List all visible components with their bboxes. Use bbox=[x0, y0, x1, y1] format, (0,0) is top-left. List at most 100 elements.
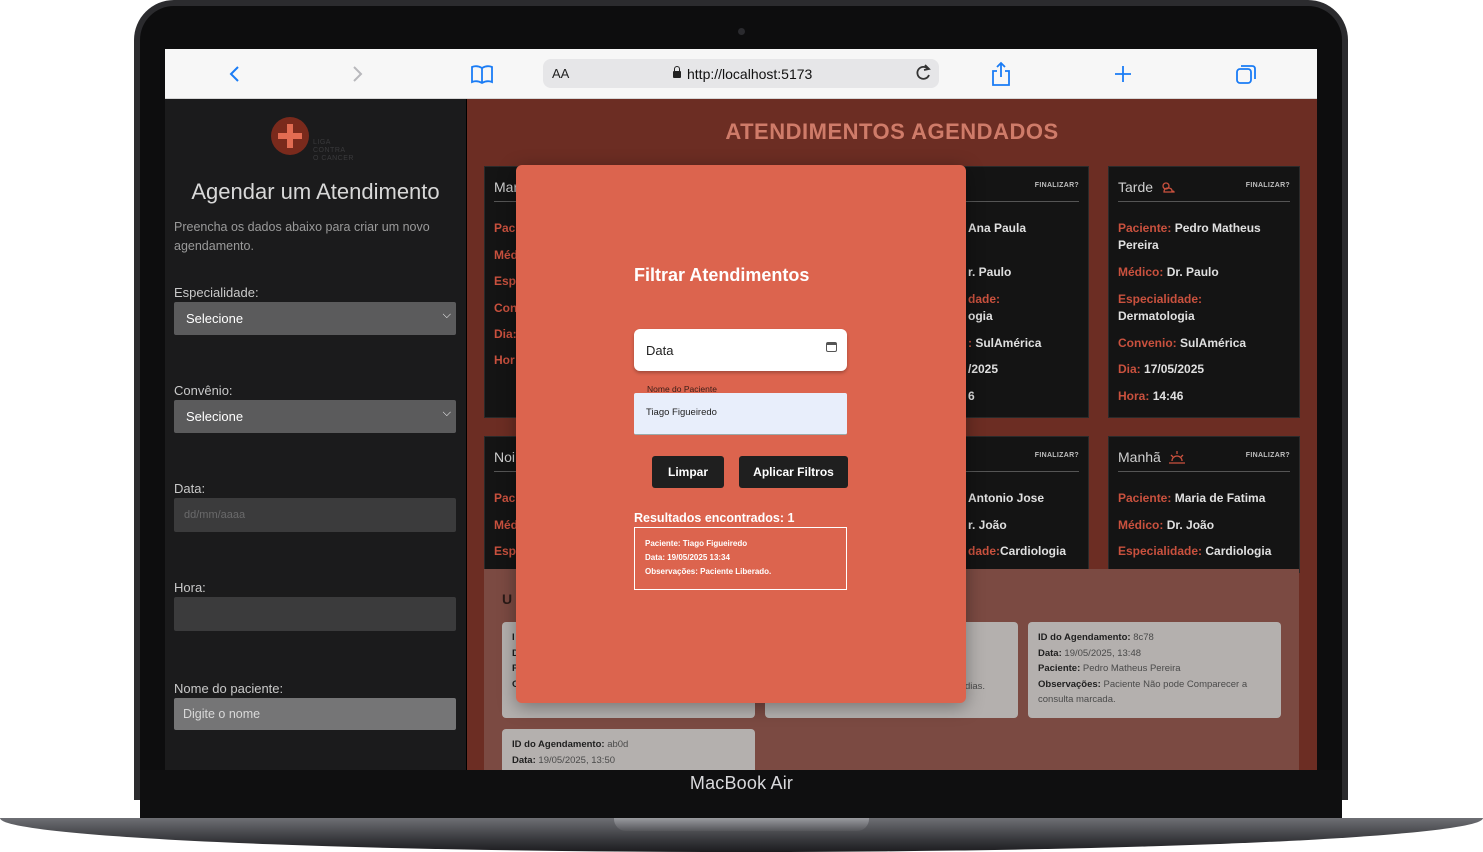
reload-icon[interactable] bbox=[913, 61, 933, 91]
device-label: MacBook Air bbox=[689, 773, 794, 793]
chevron-down-icon: ⌵ bbox=[442, 309, 451, 321]
chevron-right-icon[interactable] bbox=[347, 61, 367, 87]
url-value: http://localhost:5173 bbox=[687, 66, 813, 82]
logo-text: LIGA CONTRA O CANCER bbox=[313, 139, 354, 162]
result-item[interactable]: Paciente: Tiago Figueiredo Data: 19/05/2… bbox=[634, 527, 847, 590]
sun-cloud-icon bbox=[1162, 182, 1175, 193]
note-label: Observações: bbox=[1038, 678, 1101, 690]
note-label: Data: bbox=[1038, 647, 1062, 659]
reader-aa-button[interactable]: AA bbox=[552, 66, 569, 81]
camera-icon bbox=[738, 28, 745, 35]
filter-date-input[interactable]: Data bbox=[634, 329, 847, 371]
note-value: ab0d bbox=[607, 739, 629, 750]
sunrise-icon bbox=[1168, 451, 1185, 464]
card-label: Con bbox=[494, 301, 518, 315]
finalizar-button[interactable]: FINALIZAR? bbox=[1246, 452, 1290, 459]
finalizar-button[interactable]: FINALIZAR? bbox=[1035, 182, 1079, 189]
patient-name-placeholder: Digite o nome bbox=[183, 707, 261, 721]
card-period: Mar bbox=[494, 179, 519, 195]
tabs-icon[interactable] bbox=[1234, 61, 1258, 87]
note-label: ID do Agendamento: bbox=[1038, 632, 1131, 643]
note-label: ID do Agendamento: bbox=[512, 739, 605, 750]
sidebar-subtitle: Preencha os dados abaixo para criar um n… bbox=[174, 220, 430, 253]
browser-toolbar: AA http://localhost:5173 bbox=[165, 49, 1317, 99]
card-period: Tarde bbox=[1118, 179, 1176, 195]
data-label: Data: bbox=[174, 481, 206, 496]
especialidade-value: Selecione bbox=[186, 311, 244, 326]
schedule-sidebar: LIGA CONTRA O CANCER Agendar um Atendime… bbox=[165, 99, 466, 770]
card-value: Cardiologia bbox=[1205, 544, 1272, 558]
card-period-label: Manhã bbox=[1118, 449, 1161, 465]
filter-name-input[interactable]: Tiago Figueiredo bbox=[634, 393, 847, 435]
time-input[interactable] bbox=[174, 597, 456, 631]
card-row: Especialidade: Cardiologia bbox=[1118, 543, 1294, 560]
card-value: Antonio Jose bbox=[968, 491, 1045, 505]
result-date: Data: 19/05/2025 13:34 bbox=[645, 553, 730, 562]
patient-name-input[interactable]: Digite o nome bbox=[174, 698, 456, 730]
result-notes: Observações: Paciente Liberado. bbox=[645, 567, 772, 576]
card-label: dade: bbox=[968, 292, 1001, 306]
plus-icon[interactable] bbox=[1112, 61, 1134, 87]
finalizar-button[interactable]: FINALIZAR? bbox=[1246, 182, 1290, 189]
card-row: Paciente: Maria de Fatima bbox=[1118, 490, 1294, 507]
filter-name-value: Tiago Figueiredo bbox=[646, 407, 717, 418]
card-value: SulAmérica bbox=[1180, 336, 1247, 350]
appointment-card: Tarde FINALIZAR? Paciente: Pedro Matheus… bbox=[1108, 166, 1300, 418]
card-label: Hora: bbox=[1118, 389, 1150, 403]
card-label: dade: bbox=[968, 544, 1001, 558]
note-text: dias. bbox=[965, 681, 986, 692]
address-bar[interactable]: AA http://localhost:5173 bbox=[543, 59, 939, 88]
note-value: Pedro Matheus Pereira bbox=[1082, 663, 1181, 674]
card-value: r. João bbox=[968, 518, 1007, 532]
card-label: Méd bbox=[494, 248, 518, 262]
chevron-left-icon[interactable] bbox=[225, 61, 245, 87]
card-value: Dr. Paulo bbox=[1166, 265, 1219, 279]
card-period: Manhã bbox=[1118, 449, 1186, 465]
apply-filters-button[interactable]: Aplicar Filtros bbox=[739, 456, 848, 488]
laptop-notch bbox=[614, 818, 869, 831]
calendar-icon[interactable] bbox=[826, 342, 837, 352]
card-value: /2025 bbox=[968, 362, 999, 376]
logo-icon bbox=[271, 117, 309, 155]
updates-title: U bbox=[502, 591, 513, 607]
clear-button[interactable]: Limpar bbox=[652, 456, 724, 488]
date-placeholder: dd/mm/aaaa bbox=[184, 509, 246, 521]
results-count: Resultados encontrados: 1 bbox=[634, 511, 795, 525]
card-label: Paciente: bbox=[1118, 221, 1172, 235]
card-label: : bbox=[968, 336, 972, 350]
especialidade-select[interactable]: Selecione ⌵ bbox=[174, 302, 456, 335]
page-title: ATENDIMENTOS AGENDADOS bbox=[725, 119, 1059, 144]
note-label: Paciente: bbox=[1038, 663, 1081, 674]
card-value: ogia bbox=[968, 309, 993, 323]
card-row: Médico: Dr. Paulo bbox=[1118, 264, 1294, 281]
card-label: Especialidade: bbox=[1118, 544, 1203, 558]
card-label: Médico: bbox=[1118, 518, 1164, 532]
modal-title: Filtrar Atendimentos bbox=[634, 265, 810, 285]
card-row: Paciente: Pedro Matheus Pereira bbox=[1118, 220, 1294, 254]
card-value: SulAmérica bbox=[975, 336, 1042, 350]
card-row: Médico: Dr. João bbox=[1118, 517, 1294, 534]
card-period-label: Tarde bbox=[1118, 179, 1154, 195]
result-patient: Paciente: Tiago Figueiredo bbox=[645, 539, 748, 548]
screen: AA http://localhost:5173 LIGA CONTRA O C… bbox=[165, 49, 1317, 770]
card-header: Tarde FINALIZAR? bbox=[1118, 179, 1290, 202]
bookmarks-icon[interactable] bbox=[469, 61, 495, 87]
card-header: Manhã FINALIZAR? bbox=[1118, 449, 1290, 472]
card-label: Esp bbox=[494, 544, 517, 558]
card-value: Ana Paula bbox=[968, 221, 1027, 235]
card-value: Cardiologia bbox=[1000, 544, 1067, 558]
convenio-value: Selecione bbox=[186, 409, 244, 424]
card-row: Dia: 17/05/2025 bbox=[1118, 361, 1294, 378]
card-label: Especialidade: bbox=[1118, 292, 1203, 306]
date-input[interactable]: dd/mm/aaaa bbox=[174, 498, 456, 532]
card-period: Noi bbox=[494, 449, 516, 465]
card-label: Dia: bbox=[494, 327, 517, 341]
share-icon[interactable] bbox=[990, 61, 1012, 87]
note-value: 19/05/2025, 13:50 bbox=[538, 754, 616, 766]
filter-date-label: Data bbox=[646, 343, 674, 358]
card-label: Méd bbox=[494, 518, 518, 532]
especialidade-label: Especialidade: bbox=[174, 285, 259, 300]
card-value: 6 bbox=[968, 389, 975, 403]
finalizar-button[interactable]: FINALIZAR? bbox=[1035, 452, 1079, 459]
convenio-select[interactable]: Selecione ⌵ bbox=[174, 400, 456, 433]
